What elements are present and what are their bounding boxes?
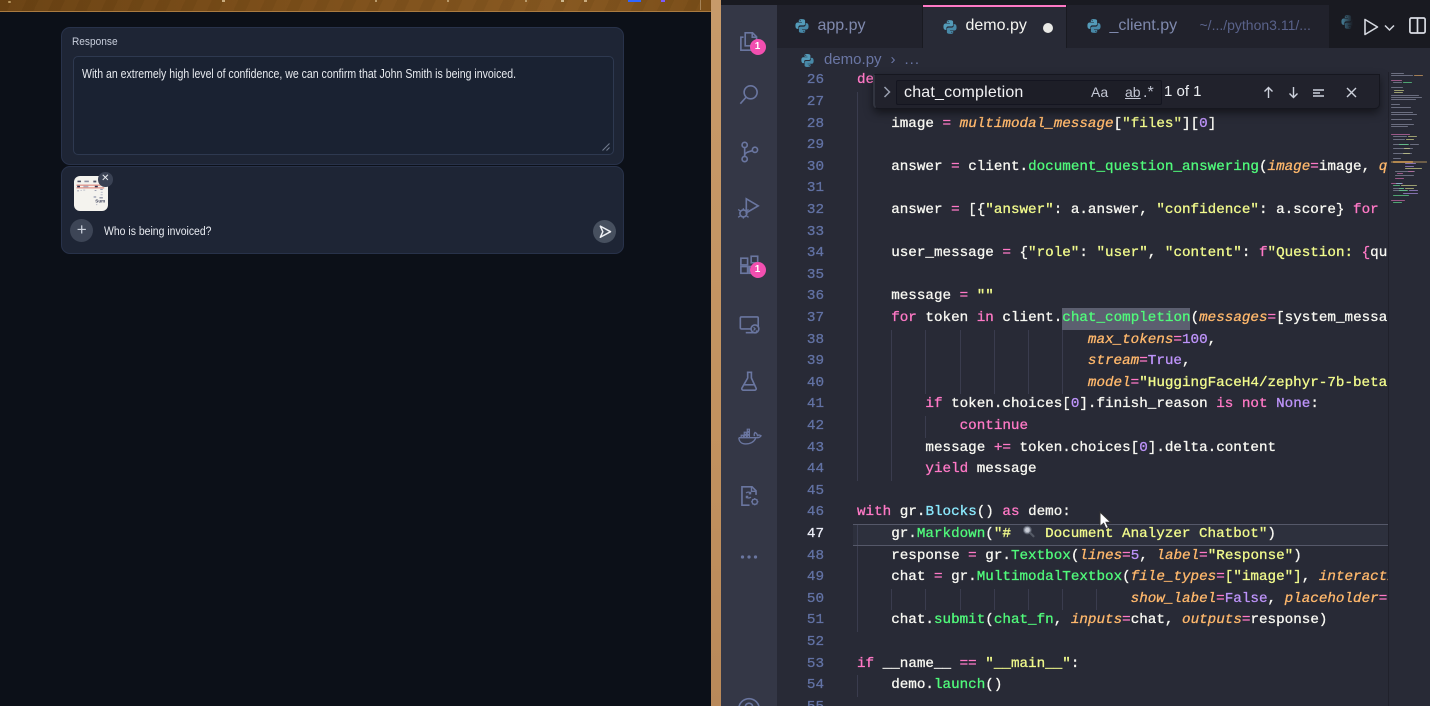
svg-text:Sum: Sum xyxy=(96,198,106,203)
